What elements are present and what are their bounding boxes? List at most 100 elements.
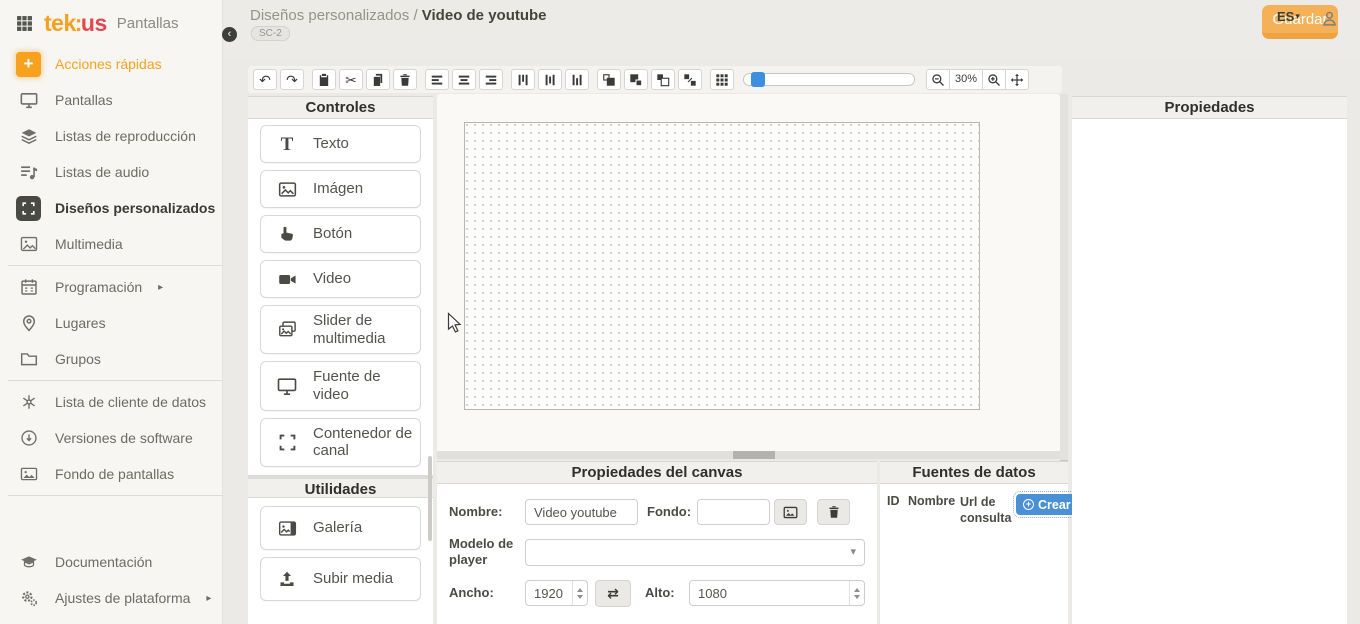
language-dropdown[interactable]: ES▾ (1277, 9, 1300, 24)
column-id: ID (887, 494, 908, 508)
undo-button[interactable]: ↶ (253, 69, 277, 90)
pan-button[interactable] (1005, 69, 1029, 90)
align-middle-button[interactable] (538, 69, 562, 90)
align-center-button[interactable] (452, 69, 476, 90)
horizontal-splitter[interactable] (437, 451, 1068, 459)
swap-icon: ⇄ (607, 585, 619, 602)
control-contenedor-canal[interactable]: Contenedor de canal (260, 418, 421, 467)
background-image-button[interactable] (774, 499, 807, 525)
delete-button[interactable] (393, 69, 417, 90)
cut-button[interactable]: ✂ (339, 69, 363, 90)
zoom-in-icon (987, 73, 1001, 87)
sidebar-item-lista-cliente-datos[interactable]: Lista de cliente de datos (0, 384, 222, 420)
logo-row[interactable]: tek:us Pantallas (0, 0, 222, 46)
design-canvas[interactable] (464, 122, 980, 410)
data-nodes-icon (16, 390, 41, 415)
picture-frame-icon (16, 232, 41, 257)
canvas-workspace (437, 94, 1060, 451)
paste-button[interactable] (312, 69, 336, 90)
height-stepper[interactable] (849, 581, 864, 605)
save-area: Guardar ES▾ (1262, 5, 1338, 39)
height-input[interactable] (690, 581, 864, 605)
breadcrumb-parent[interactable]: Diseños personalizados (250, 7, 409, 24)
sidebar-item-ajustes-plataforma[interactable]: Ajustes de plataforma ▸ (0, 580, 222, 616)
send-to-back-icon (683, 73, 697, 87)
editor-toolbar: ↶ ↷ ✂ 30% (248, 66, 1062, 93)
submenu-arrow-icon: ▸ (158, 282, 163, 293)
canvas-properties-panel: Propiedades del canvas Nombre: Fondo: Mo… (437, 461, 877, 624)
mouse-cursor-icon (447, 312, 463, 334)
sidebar: tek:us Pantallas + Acciones rápidas Pant… (0, 0, 223, 624)
sidebar-item-acciones-rapidas[interactable]: + Acciones rápidas (0, 46, 222, 82)
zoom-in-button[interactable] (982, 69, 1006, 90)
bring-forward-button[interactable] (597, 69, 621, 90)
align-left-button[interactable] (425, 69, 449, 90)
control-texto[interactable]: T Texto (260, 125, 421, 163)
sidebar-item-pantallas[interactable]: Pantallas (0, 82, 222, 118)
sidebar-divider (8, 380, 222, 381)
copy-button[interactable] (366, 69, 390, 90)
user-icon[interactable] (1321, 10, 1338, 27)
name-label: Nombre: (449, 504, 525, 520)
name-input[interactable] (525, 499, 638, 525)
calendar-icon (16, 275, 41, 300)
control-fuente-video[interactable]: Fuente de video (260, 361, 421, 410)
properties-panel-title: Propiedades (1072, 96, 1347, 119)
sidebar-item-listas-audio[interactable]: Listas de audio (0, 154, 222, 190)
sidebar-item-lugares[interactable]: Lugares (0, 305, 222, 341)
height-label: Alto: (645, 585, 689, 601)
sidebar-item-grupos[interactable]: Grupos (0, 341, 222, 377)
player-model-row: Modelo de player ▾ (449, 536, 865, 569)
width-stepper[interactable] (572, 581, 587, 605)
player-model-select[interactable]: ▾ (525, 539, 865, 566)
zoom-slider[interactable] (743, 73, 915, 86)
utility-subir-media[interactable]: Subir media (260, 557, 421, 601)
sidebar-item-disenos-personalizados[interactable]: Diseños personalizados (0, 190, 222, 226)
align-bottom-icon (570, 73, 584, 87)
clipboard-icon (317, 73, 331, 87)
control-video[interactable]: Video (260, 260, 421, 298)
canvas-properties-body: Nombre: Fondo: Modelo de player ▾ Ancho:… (437, 484, 877, 607)
image-icon (261, 180, 313, 199)
sidebar-item-documentacion[interactable]: Documentación (0, 544, 222, 580)
align-bottom-button[interactable] (565, 69, 589, 90)
control-boton[interactable]: Botón (260, 215, 421, 253)
send-backward-icon (656, 73, 670, 87)
wallpaper-icon (16, 462, 41, 487)
create-data-source-button[interactable]: + Crear (1016, 494, 1078, 515)
frame-corners-icon (261, 434, 313, 451)
sidebar-item-listas-reproduccion[interactable]: Listas de reproducción (0, 118, 222, 154)
width-label: Ancho: (449, 585, 525, 601)
submenu-arrow-icon: ▸ (206, 593, 211, 604)
control-slider-multimedia[interactable]: Slider de multimedia (260, 305, 421, 354)
logo-section-label: Pantallas (117, 15, 179, 32)
sidebar-item-programacion[interactable]: Programación ▸ (0, 269, 222, 305)
background-delete-button[interactable] (817, 499, 850, 525)
controls-scrollbar-thumb[interactable] (428, 456, 432, 541)
data-sources-table-header: ID Nombre Url de consulta + Crear (887, 494, 1063, 527)
zoom-out-button[interactable] (926, 69, 950, 90)
sidebar-item-multimedia[interactable]: Multimedia (0, 226, 222, 262)
tekus-logo: tek:us (44, 12, 107, 35)
send-backward-button[interactable] (651, 69, 675, 90)
upload-icon (261, 570, 313, 588)
swap-dimensions-button[interactable]: ⇄ (595, 580, 631, 607)
splitter-handle[interactable] (733, 451, 775, 459)
background-input[interactable] (697, 499, 770, 525)
controls-panel-title: Controles (248, 96, 433, 119)
align-right-button[interactable] (479, 69, 503, 90)
control-imagen[interactable]: Imágen (260, 170, 421, 208)
sidebar-item-versiones-software[interactable]: Versiones de software (0, 420, 222, 456)
send-to-back-button[interactable] (678, 69, 702, 90)
sidebar-collapse-button[interactable]: ‹ (222, 27, 237, 42)
utility-galeria[interactable]: Galería (260, 506, 421, 550)
redo-button[interactable]: ↷ (280, 69, 304, 90)
bring-to-front-button[interactable] (624, 69, 648, 90)
data-sources-body: ID Nombre Url de consulta + Crear (880, 484, 1068, 527)
grid-toggle-button[interactable] (710, 69, 734, 90)
zoom-slider-handle[interactable] (751, 72, 765, 87)
topbar: Diseños personalizados / Video de youtub… (224, 0, 1360, 60)
sidebar-item-fondo-pantallas[interactable]: Fondo de pantallas (0, 456, 222, 492)
align-top-button[interactable] (511, 69, 535, 90)
breadcrumb: Diseños personalizados / Video de youtub… (250, 7, 547, 24)
